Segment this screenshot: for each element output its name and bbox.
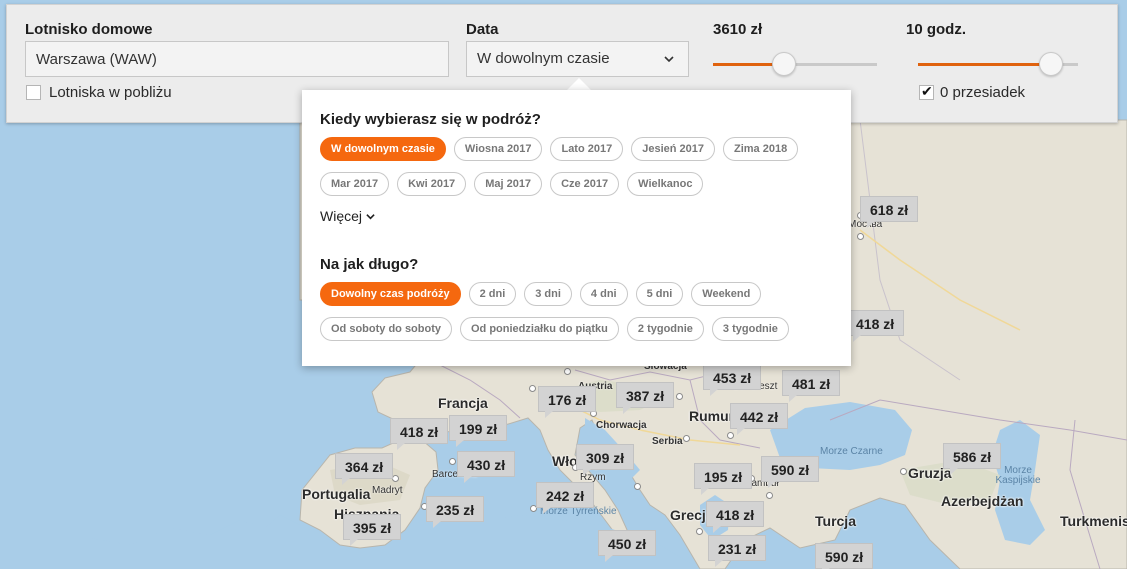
city-dot [564,368,571,375]
price-tag[interactable]: 418 zł [706,501,765,533]
country-label-turkey: Turcja [815,513,856,529]
when-chip-mar-2017[interactable]: Mar 2017 [320,172,390,196]
duration-chip-5-days[interactable]: 5 dni [635,282,684,306]
price-tag[interactable]: 481 zł [782,370,841,402]
when-chip-any-time[interactable]: W dowolnym czasie [320,137,446,161]
price-tag[interactable]: 430 zł [457,451,516,483]
duration-chip-2-days[interactable]: 2 dni [468,282,517,306]
city-dot [683,435,690,442]
country-label-serbia: Serbia [652,436,683,447]
nearby-airports-checkbox[interactable] [26,85,41,100]
when-chip-apr-2017[interactable]: Kwi 2017 [397,172,467,196]
date-dropdown-value: W dowolnym czasie [477,50,610,67]
price-tag[interactable]: 395 zł [343,514,402,546]
date-picker-popup: Kiedy wybierasz się w podróż? W dowolnym… [302,90,851,366]
no-stops-label: 0 przesiadek [940,84,1026,101]
price-tag[interactable]: 586 zł [943,443,1002,475]
country-label-azerbaijan: Azerbejdżan [941,493,1024,509]
when-chip-winter-2018[interactable]: Zima 2018 [723,137,799,161]
price-filter-label: 3610 zł [713,21,763,38]
price-tag[interactable]: 195 zł [694,463,753,495]
city-dot [766,492,773,499]
more-dates-link[interactable]: Więcej [320,208,375,224]
when-chip-may-2017[interactable]: Maj 2017 [474,172,543,196]
date-dropdown[interactable]: W dowolnym czasie [466,41,689,77]
city-dot [696,528,703,535]
price-tag[interactable]: 418 zł [390,418,449,450]
price-slider-handle[interactable] [772,52,796,76]
duration-filter-label: 10 godz. [906,21,967,38]
origin-airport-input[interactable] [25,41,449,77]
duration-chip-sat-to-sat[interactable]: Od soboty do soboty [320,317,452,341]
price-tag[interactable]: 618 zł [860,196,919,228]
country-label-turkmenistan: Turkmenistan [1060,513,1127,529]
when-chip-autumn-2017[interactable]: Jesień 2017 [631,137,715,161]
price-slider[interactable] [713,52,877,76]
price-tag[interactable]: 231 zł [708,535,767,567]
city-dot [529,385,536,392]
when-chip-row: Mar 2017 Kwi 2017 Maj 2017 Cze 2017 Wiel… [320,172,704,196]
price-tag[interactable]: 309 zł [576,444,635,476]
city-dot [449,458,456,465]
country-label-portugal: Portugalia [302,486,371,502]
duration-chip-row: Dowolny czas podróży 2 dni 3 dni 4 dni 5… [320,282,762,306]
price-tag[interactable]: 442 zł [730,403,789,435]
origin-label: Lotnisko domowe [25,21,153,38]
price-tag[interactable]: 199 zł [449,415,508,447]
duration-heading: Na jak długo? [320,256,419,273]
when-chip-easter[interactable]: Wielkanoc [627,172,704,196]
more-dates-label: Więcej [320,208,363,224]
price-tag[interactable]: 235 zł [426,496,485,528]
duration-chip-any[interactable]: Dowolny czas podróży [320,282,461,306]
sea-label-caspian: Morze Kaspijskie [995,465,1041,486]
price-tag[interactable]: 364 zł [335,453,394,485]
date-label: Data [466,21,499,38]
no-stops-checkbox[interactable] [919,83,934,100]
duration-chip-3-weeks[interactable]: 3 tygodnie [711,317,789,341]
price-tag[interactable]: 590 zł [815,543,874,569]
city-label-madrid: Madryt [372,485,403,496]
nearby-airports-label: Lotniska w pobliżu [49,84,172,101]
duration-slider-handle[interactable] [1039,52,1063,76]
duration-chip-4-days[interactable]: 4 dni [579,282,628,306]
popup-pointer [567,78,591,90]
price-tag[interactable]: 176 zł [538,386,597,418]
chevron-down-icon [664,56,674,63]
city-dot [900,468,907,475]
country-label-france: Francja [438,395,488,411]
duration-slider-fill [918,63,1051,66]
flight-duration-slider[interactable] [918,52,1078,76]
when-heading: Kiedy wybierasz się w podróż? [320,111,541,128]
price-tag[interactable]: 418 zł [846,310,905,342]
duration-chip-mon-to-fri[interactable]: Od poniedziałku do piątku [460,317,619,341]
city-dot [727,432,734,439]
city-dot [676,393,683,400]
sea-label-black-sea: Morze Czarne [820,446,883,457]
price-tag[interactable]: 453 zł [703,364,762,396]
when-chip-spring-2017[interactable]: Wiosna 2017 [453,137,543,161]
price-tag[interactable]: 387 zł [616,382,675,414]
city-dot [857,233,864,240]
duration-chip-2-weeks[interactable]: 2 tygodnie [626,317,704,341]
when-chip-row: W dowolnym czasie Wiosna 2017 Lato 2017 … [320,137,799,161]
when-chip-summer-2017[interactable]: Lato 2017 [550,137,624,161]
price-tag[interactable]: 242 zł [536,482,595,514]
price-tag[interactable]: 450 zł [598,530,657,562]
country-label-croatia: Chorwacja [596,420,647,431]
duration-chip-3-days[interactable]: 3 dni [524,282,572,306]
duration-chip-row: Od soboty do soboty Od poniedziałku do p… [320,317,789,341]
price-tag[interactable]: 590 zł [761,456,820,488]
chevron-down-icon [366,214,375,220]
city-dot [634,483,641,490]
duration-chip-weekend[interactable]: Weekend [691,282,762,306]
when-chip-jun-2017[interactable]: Cze 2017 [550,172,620,196]
